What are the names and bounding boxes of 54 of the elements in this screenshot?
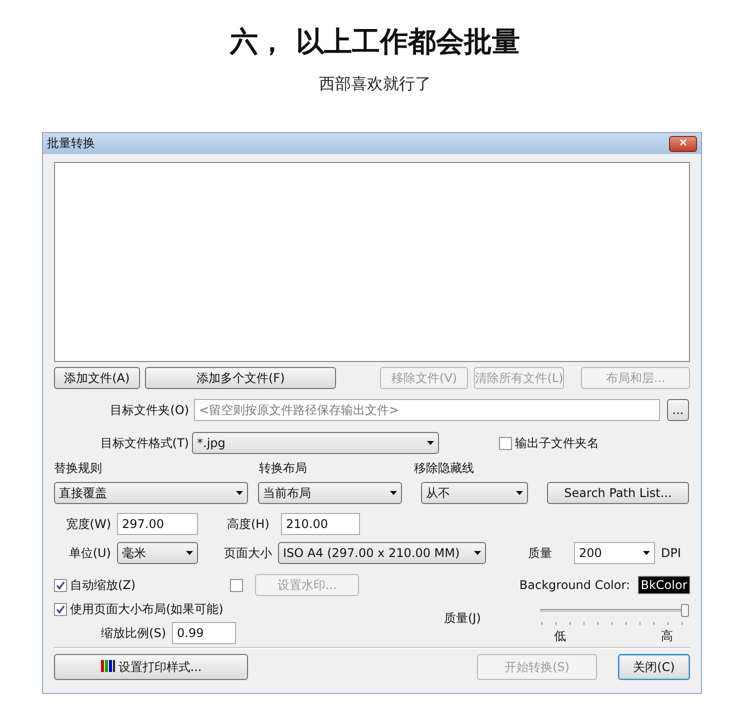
slider-thumb[interactable]	[681, 604, 689, 617]
color-swatch[interactable]: BkColor	[638, 576, 690, 594]
dropdown-arrow-icon	[186, 551, 193, 555]
scale-field[interactable]: 0.99	[172, 622, 236, 644]
page-size-dropdown[interactable]: ISO A4 (297.00 x 210.00 MM)	[278, 542, 486, 564]
field-label: 高度(H)	[227, 516, 270, 532]
unit-dropdown[interactable]: 毫米	[117, 542, 198, 564]
dropdown-arrow-icon	[474, 551, 481, 555]
folder-field[interactable]: <留空则按原文件路径保存输出文件>	[194, 399, 660, 421]
file-button[interactable]: 添加文件(A)	[54, 367, 140, 389]
group-label: 移除隐藏线	[414, 460, 474, 476]
checkbox-label: 输出子文件夹名	[515, 435, 599, 451]
high-label: 高	[661, 628, 673, 644]
dpi-dropdown[interactable]: 200	[574, 542, 655, 564]
replace-dropdown[interactable]: 直接覆盖	[54, 482, 248, 504]
window-title: 批量转换	[47, 135, 95, 152]
print-style-button[interactable]: 设置打印样式...	[54, 654, 248, 680]
unit-label: DPI	[661, 545, 682, 561]
field-label: 质量	[528, 545, 553, 561]
file-button[interactable]: 添加多个文件(F)	[144, 367, 336, 389]
field-label: Background Color:	[519, 577, 630, 593]
dropdown-arrow-icon	[236, 491, 243, 495]
layout-dropdown[interactable]: 当前布局	[258, 482, 402, 504]
field-label: 质量(J)	[444, 610, 482, 626]
format-dropdown[interactable]: *.jpg	[192, 432, 439, 454]
dropdown-arrow-icon	[643, 551, 650, 555]
browse-button[interactable]: ...	[667, 399, 689, 421]
page-subheading: 西部喜欢就行了	[318, 74, 432, 94]
checkmark-icon	[56, 604, 65, 614]
height-field[interactable]: 210.00	[281, 513, 360, 535]
search-path-button[interactable]: Search Path List...	[547, 482, 689, 504]
field-label: 单位(U)	[68, 545, 112, 561]
field-label: 宽度(W)	[64, 516, 112, 532]
field-label: 缩放比例(S)	[100, 625, 167, 641]
group-label: 替换规则	[54, 460, 103, 476]
field-label: 页面大小	[224, 545, 273, 561]
dropdown-arrow-icon	[427, 441, 434, 445]
group-label: 转换布局	[259, 460, 308, 476]
dropdown-arrow-icon	[390, 491, 397, 495]
checkmark-icon	[56, 580, 65, 590]
checkbox[interactable]	[54, 578, 67, 592]
page-heading: 六， 以上工作都会批量	[228, 24, 521, 60]
close-dialog-button[interactable]: 关闭(C)	[618, 654, 690, 680]
dropdown-arrow-icon	[516, 491, 523, 495]
hidden-lines-dropdown[interactable]: 从不	[421, 482, 528, 504]
width-field[interactable]: 297.00	[117, 513, 198, 535]
pencils-icon	[100, 660, 116, 674]
field-label: 目标文件夹(O)	[109, 402, 189, 418]
checkbox-label: 自动缩放(Z)	[70, 577, 137, 593]
field-label: 目标文件格式(T)	[99, 435, 189, 451]
checkbox-label: 使用页面大小布局(如果可能)	[70, 601, 224, 617]
low-label: 低	[554, 628, 566, 644]
checkbox[interactable]	[499, 436, 512, 450]
checkbox[interactable]	[54, 602, 67, 616]
